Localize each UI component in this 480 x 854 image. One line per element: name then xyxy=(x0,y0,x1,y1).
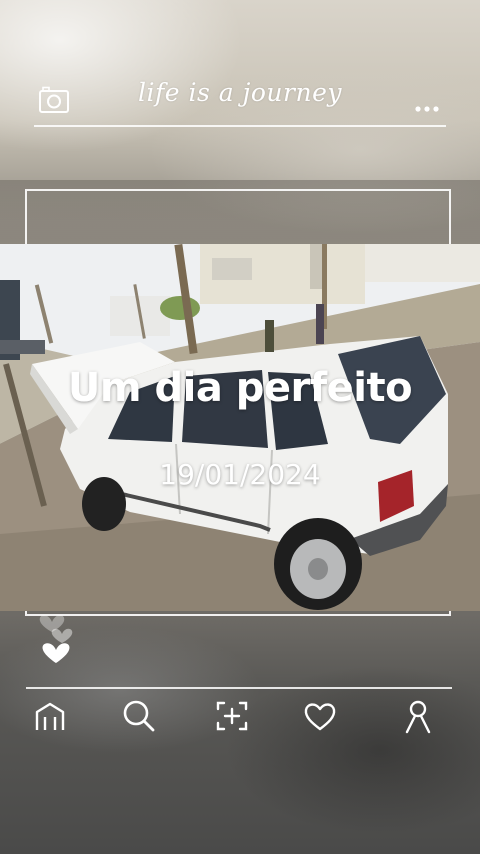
post-title: Um dia perfeito xyxy=(67,365,413,411)
top-divider xyxy=(34,125,446,127)
bottom-divider xyxy=(26,687,452,689)
white-hatchback-car-photo[interactable] xyxy=(0,244,480,611)
search-icon[interactable] xyxy=(120,698,156,734)
add-photo-icon[interactable] xyxy=(214,698,250,734)
heart-icon[interactable] xyxy=(302,698,338,734)
top-bar: life is a journey xyxy=(0,0,480,130)
post-date: 19/01/2024 xyxy=(159,458,321,491)
hearts-icon[interactable] xyxy=(36,608,84,668)
profile-icon[interactable] xyxy=(400,698,436,734)
more-horizontal-icon[interactable] xyxy=(414,98,440,112)
bottom-navigation xyxy=(0,692,480,742)
home-icon[interactable] xyxy=(32,698,68,734)
app-brand-title: life is a journey xyxy=(138,78,342,107)
